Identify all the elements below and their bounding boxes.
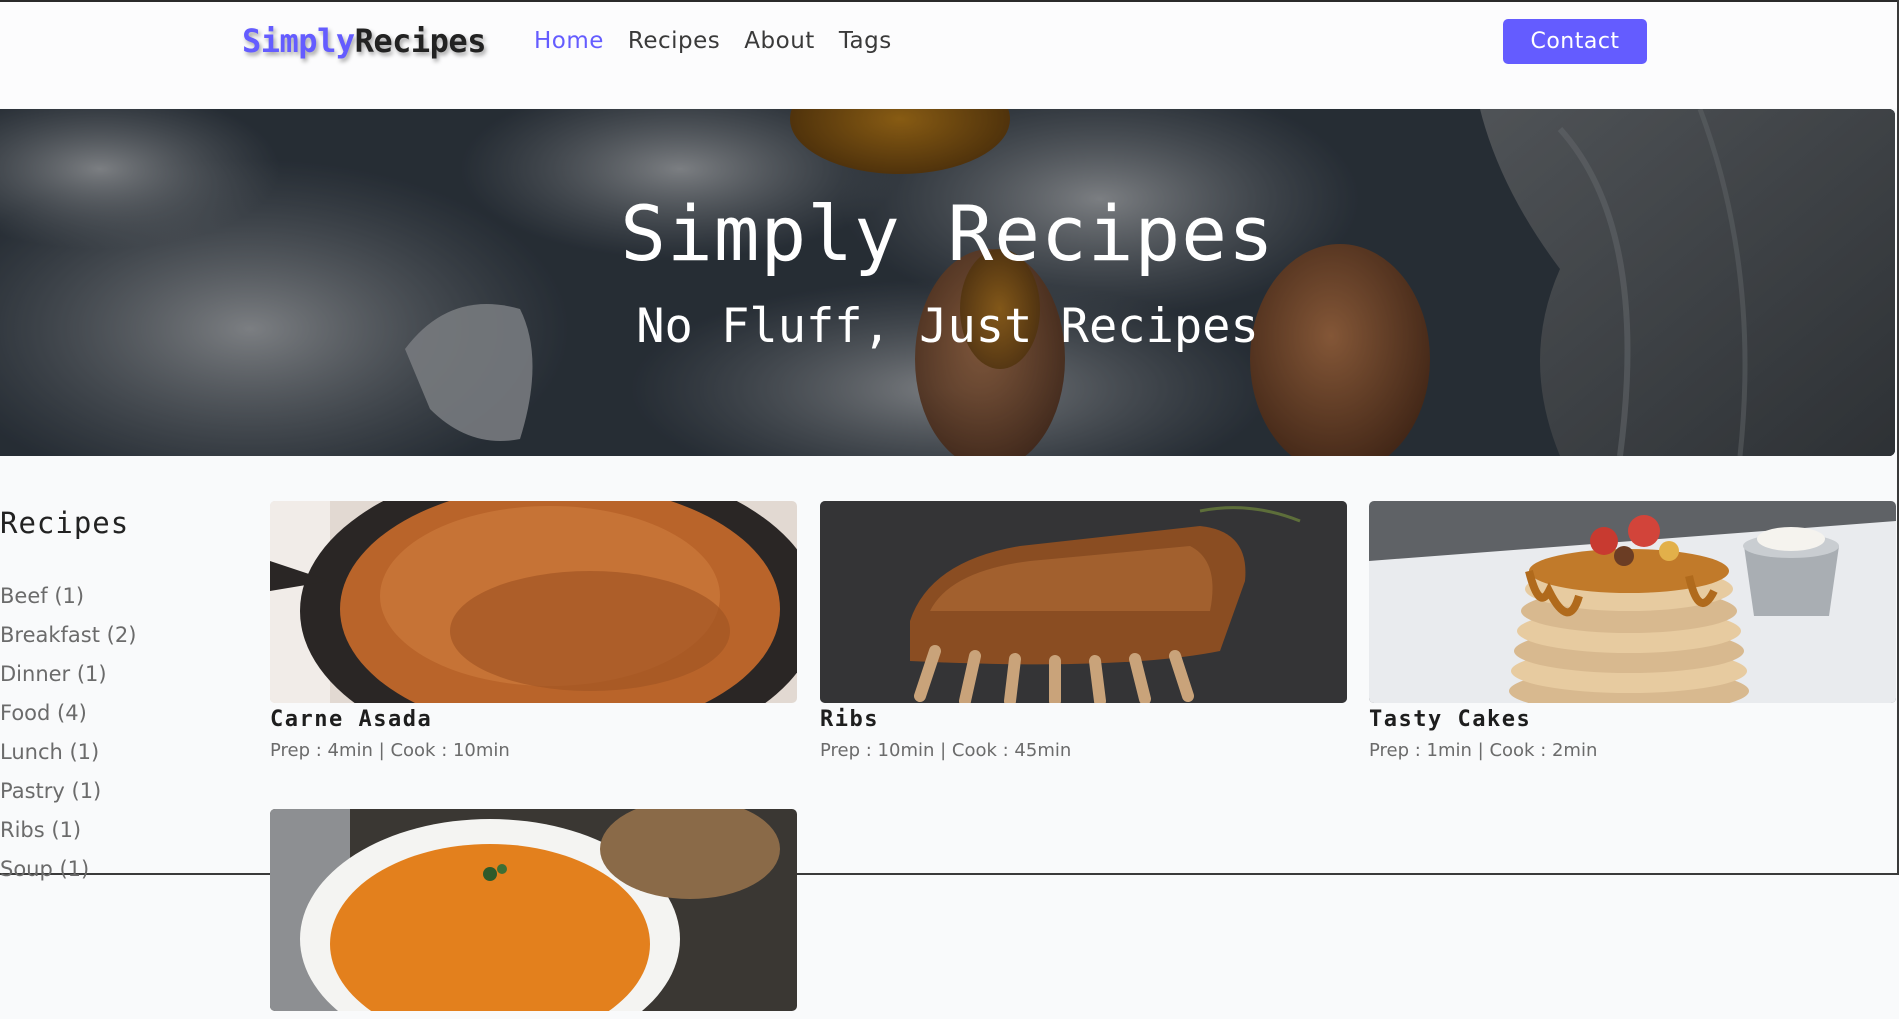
navbar: SimplyRecipes Home Recipes About Tags Co…: [0, 2, 1897, 108]
nav-link-about[interactable]: About: [744, 28, 815, 54]
recipe-card[interactable]: Tasty Cakes Prep : 1min | Cook : 2min: [1369, 501, 1896, 761]
logo-part-simply: Simply: [242, 22, 355, 60]
recipe-image-ribs[interactable]: [820, 501, 1347, 703]
recipe-image-carne-asada[interactable]: [270, 501, 797, 703]
recipe-card[interactable]: Ribs Prep : 10min | Cook : 45min: [820, 501, 1347, 761]
tag-link-beef[interactable]: Beef (1): [0, 582, 136, 621]
recipe-title[interactable]: Carne Asada: [270, 707, 797, 732]
nav-link-home[interactable]: Home: [534, 28, 604, 54]
soup-photo: [270, 809, 797, 1011]
recipe-image-tasty-cakes[interactable]: [1369, 501, 1896, 703]
tag-link-lunch[interactable]: Lunch (1): [0, 738, 136, 777]
nav-link-recipes[interactable]: Recipes: [628, 28, 720, 54]
hero-title: Simply Recipes: [620, 189, 1275, 278]
tag-list: Beef (1) Breakfast (2) Dinner (1) Food (…: [0, 582, 136, 894]
logo-part-recipes: Recipes: [354, 22, 487, 60]
tag-link-pastry[interactable]: Pastry (1): [0, 777, 136, 816]
recipe-time: Prep : 1min | Cook : 2min: [1369, 740, 1598, 761]
recipe-title[interactable]: Ribs: [820, 707, 1347, 732]
site-logo[interactable]: SimplyRecipes: [242, 22, 486, 60]
tag-link-dinner[interactable]: Dinner (1): [0, 660, 136, 699]
tag-link-food[interactable]: Food (4): [0, 699, 136, 738]
hero-banner: Simply Recipes No Fluff, Just Recipes: [0, 109, 1895, 456]
recipe-time: Prep : 10min | Cook : 45min: [820, 740, 1072, 761]
carne-asada-photo: [270, 501, 797, 703]
ribs-photo: [820, 501, 1347, 703]
recipe-title[interactable]: Tasty Cakes: [1369, 707, 1896, 732]
tag-link-ribs[interactable]: Ribs (1): [0, 816, 136, 855]
recipe-card[interactable]: [270, 809, 797, 1019]
hero-subtitle: No Fluff, Just Recipes: [636, 299, 1259, 354]
recipe-image-soup[interactable]: [270, 809, 797, 1011]
sidebar-title: Recipes: [0, 506, 130, 540]
recipe-card[interactable]: Carne Asada Prep : 4min | Cook : 10min: [270, 501, 797, 761]
nav-link-tags[interactable]: Tags: [839, 28, 892, 54]
tasty-cakes-photo: [1369, 501, 1896, 703]
tag-link-breakfast[interactable]: Breakfast (2): [0, 621, 136, 660]
recipe-time: Prep : 4min | Cook : 10min: [270, 740, 510, 761]
nav-links: Home Recipes About Tags: [534, 28, 892, 54]
contact-button[interactable]: Contact: [1503, 19, 1647, 64]
hero-background-image: [0, 109, 1895, 456]
